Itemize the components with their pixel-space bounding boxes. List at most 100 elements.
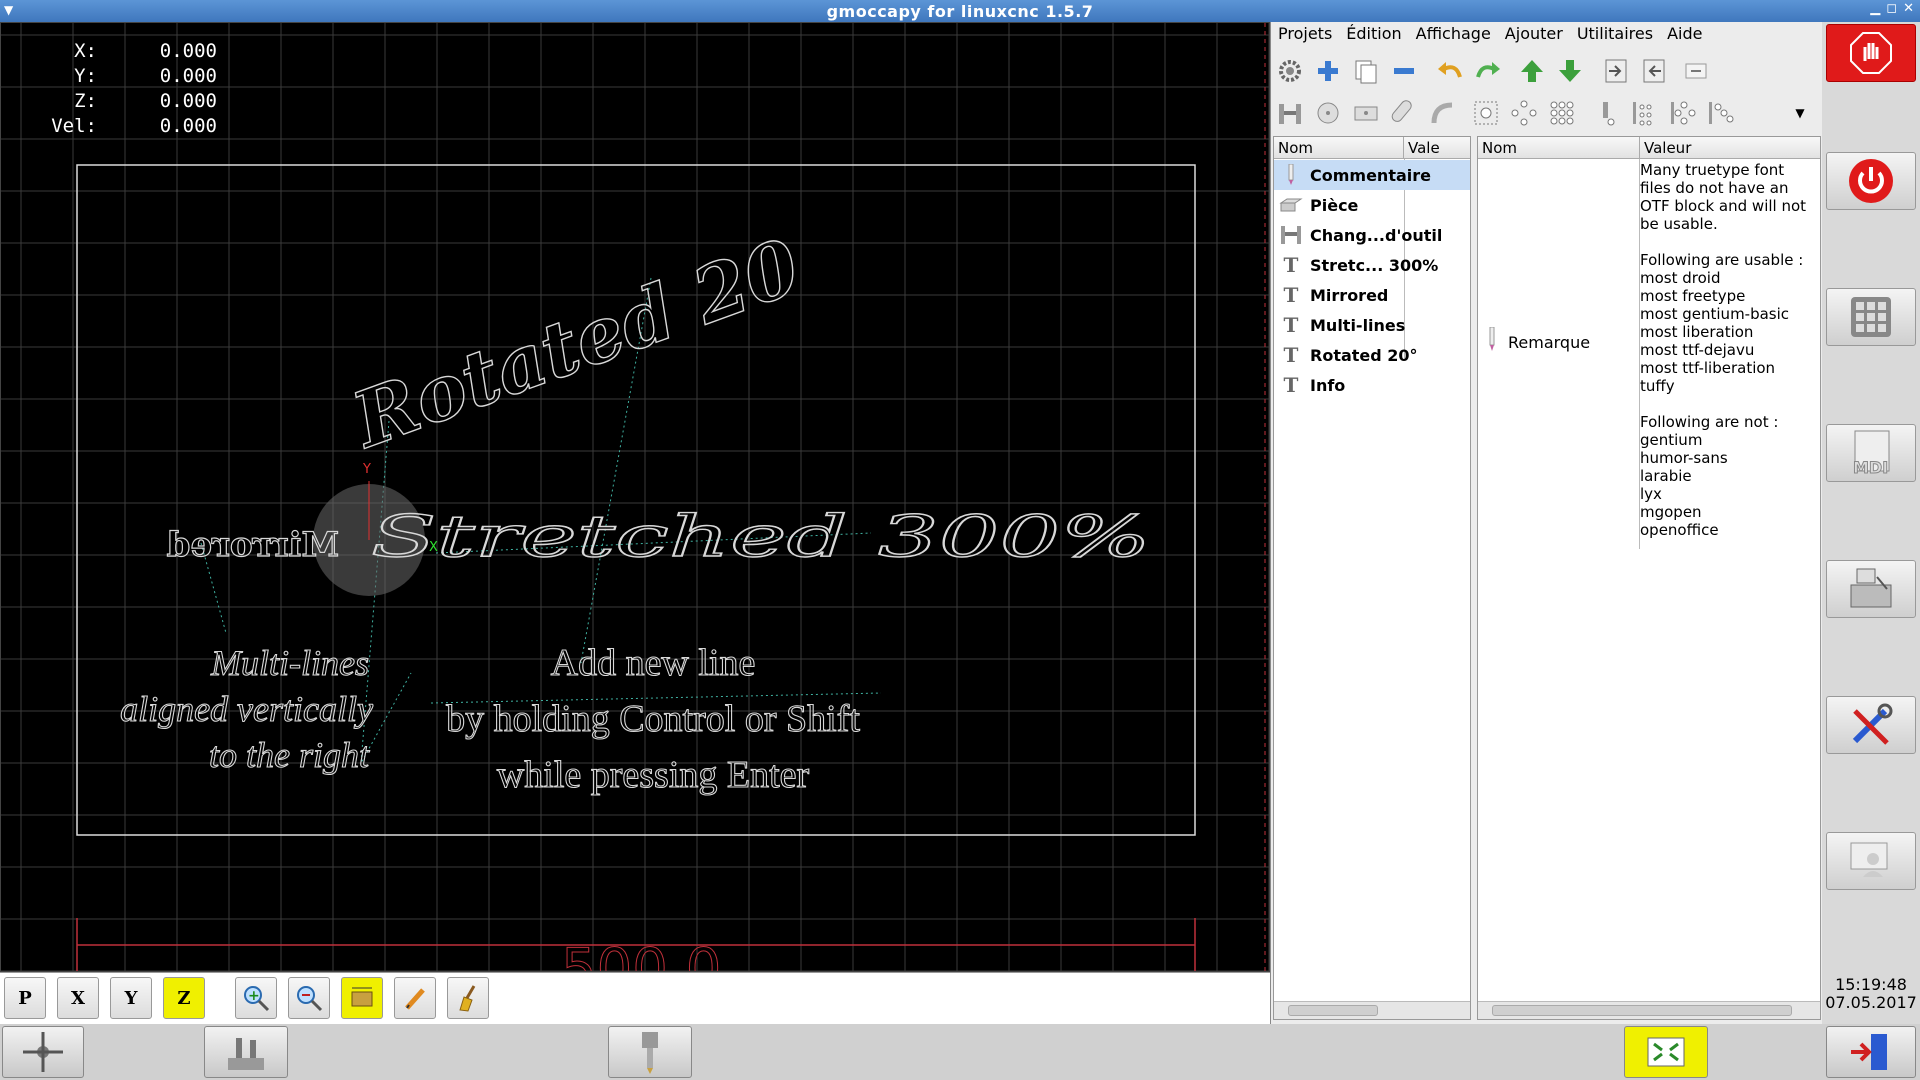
prop-remarque-value[interactable]: Many truetype font files do not have an … (1640, 161, 1818, 539)
svg-text:Y: Y (362, 462, 371, 477)
close-icon[interactable]: ✕ (1903, 1, 1914, 16)
tree-item-multi-lines[interactable]: T Multi-lines (1274, 310, 1406, 340)
tree-item-commentaire[interactable]: Commentaire (1274, 160, 1470, 190)
settings-button[interactable] (1826, 696, 1916, 754)
matrix-pattern-icon[interactable] (1547, 98, 1577, 128)
tool-button[interactable] (608, 1026, 692, 1078)
work-offset-icon (228, 1038, 264, 1070)
menu-edition[interactable]: Édition (1339, 22, 1408, 48)
dro-vel: Vel: 0.000 (51, 115, 217, 137)
props-header-value[interactable]: Valeur (1640, 137, 1820, 159)
redo-icon[interactable] (1473, 56, 1503, 86)
clock-date: 07.05.2017 (1825, 993, 1917, 1012)
menu-projets[interactable]: Projets (1271, 22, 1339, 48)
arc-icon[interactable] (1427, 98, 1457, 128)
menu-ajouter[interactable]: Ajouter (1498, 22, 1570, 48)
zoom-out-button[interactable] (288, 977, 330, 1019)
tree-item-info[interactable]: T Info (1274, 370, 1346, 400)
minimize-icon[interactable]: ▁ (1870, 1, 1880, 16)
home-axes-icon (23, 1032, 63, 1072)
properties-pane[interactable]: Nom Valeur Remarque Many truetype font f… (1477, 136, 1821, 1020)
show-dimensions-button[interactable] (341, 977, 383, 1019)
tree-hscrollbar[interactable] (1274, 1001, 1470, 1019)
clock: 15:19:48 07.05.2017 (1822, 976, 1920, 1012)
estop-button[interactable] (1826, 24, 1916, 82)
zoom-in-button[interactable]: + (235, 977, 277, 1019)
dro-z: Z: 0.000 (74, 90, 217, 112)
view-x-button[interactable]: X (57, 977, 99, 1019)
home-all-button[interactable] (2, 1026, 84, 1078)
menu-bar: Projets Édition Affichage Ajouter Utilit… (1271, 22, 1823, 48)
preview-toolbar: P X Y Z + (0, 972, 1270, 1024)
svg-text:+: + (248, 988, 260, 1004)
mdi-mode-button[interactable]: MDI (1826, 424, 1916, 482)
props-hscrollbar[interactable] (1478, 1001, 1820, 1019)
dro-overlay: X: 0.000 Y: 0.000 Z: 0.000 Vel: 0.000 (37, 39, 217, 139)
tree-item-stretched[interactable]: T Stretc... 300% (1274, 250, 1439, 280)
tool-change-icon[interactable] (1275, 98, 1305, 128)
remove-icon[interactable] (1389, 56, 1419, 86)
menu-affichage[interactable]: Affichage (1409, 22, 1498, 48)
export-icon[interactable] (1639, 56, 1669, 86)
drill-matrix-icon[interactable] (1629, 98, 1659, 128)
toolbar-overflow-icon[interactable]: ▼ (1785, 98, 1815, 128)
preview-canvas[interactable]: 500.0 Y X Rotated 20 Mirrored Stretched … (1, 23, 1270, 972)
collapse-icon[interactable] (1681, 56, 1711, 86)
drill-circle-icon[interactable] (1667, 98, 1697, 128)
view-y-button[interactable]: Y (110, 977, 152, 1019)
add-icon[interactable] (1313, 56, 1343, 86)
duplicate-icon[interactable] (1351, 56, 1381, 86)
drill-line-icon[interactable] (1705, 98, 1735, 128)
single-drill-icon[interactable] (1591, 98, 1621, 128)
tree-item-tool-change[interactable]: Chang...d'outil (1274, 220, 1442, 250)
view-z-button[interactable]: Z (163, 977, 205, 1019)
tree-item-rotated[interactable]: T Rotated 20° (1274, 340, 1418, 370)
fullscreen-preview-button[interactable] (1624, 1026, 1708, 1078)
maximize-icon[interactable]: ◻ (1886, 1, 1897, 16)
manual-mode-button[interactable] (1826, 288, 1916, 346)
right-sidebar: MDI 15:19:48 07.05.2017 (1822, 22, 1920, 1024)
machine-power-button[interactable] (1826, 152, 1916, 210)
rotated-text: Rotated 20 (340, 222, 811, 466)
tree-item-piece[interactable]: Pièce (1274, 190, 1358, 220)
menu-utilitaires[interactable]: Utilitaires (1570, 22, 1660, 48)
stock-icon (1278, 193, 1304, 217)
multiline-left-3: to the right (209, 735, 370, 775)
move-up-icon[interactable] (1517, 56, 1547, 86)
tree-header-name[interactable]: Nom (1274, 137, 1404, 159)
prop-remarque[interactable]: Remarque (1486, 326, 1590, 357)
props-header-name[interactable]: Nom (1478, 137, 1640, 159)
menu-aide[interactable]: Aide (1660, 22, 1709, 48)
tree-header-value[interactable]: Vale (1404, 137, 1470, 159)
auto-mode-button[interactable] (1826, 560, 1916, 618)
gcode-editor-panel: Projets Édition Affichage Ajouter Utilit… (1270, 22, 1822, 1024)
move-down-icon[interactable] (1555, 56, 1585, 86)
user-tabs-button[interactable] (1826, 832, 1916, 890)
circle-icon[interactable] (1313, 98, 1343, 128)
touch-off-button[interactable] (204, 1026, 288, 1078)
zoom-out-icon (297, 986, 323, 1012)
slot-icon[interactable] (1389, 98, 1419, 128)
import-icon[interactable] (1601, 56, 1631, 86)
pencil-icon (405, 988, 425, 1010)
project-tree[interactable]: Nom Vale Commentaire Pièce Chang...d'out… (1273, 136, 1471, 1020)
clear-plot-button[interactable] (447, 977, 489, 1019)
gcode-preview[interactable]: 500.0 Y X Rotated 20 Mirrored Stretched … (0, 22, 1270, 972)
drill-pattern-icon[interactable] (1471, 98, 1501, 128)
multiline-left-2: aligned vertically (120, 689, 373, 729)
tree-item-mirrored[interactable]: T Mirrored (1274, 280, 1389, 310)
estop-hand-icon (1850, 32, 1892, 74)
multiline-center-1: Add new line (551, 642, 756, 684)
view-p-button[interactable]: P (4, 977, 46, 1019)
circular-pattern-icon[interactable] (1509, 98, 1539, 128)
zoom-in-icon: + (244, 986, 270, 1012)
undo-icon[interactable] (1435, 56, 1465, 86)
rectangle-icon[interactable] (1351, 98, 1381, 128)
dimensions-icon (351, 987, 373, 1007)
settings-gear-icon[interactable] (1275, 56, 1305, 86)
truetype-icon: T (1283, 313, 1299, 337)
toggle-tool-path-button[interactable] (394, 977, 436, 1019)
window-title: gmoccapy for linuxcnc 1.5.7 (826, 2, 1094, 21)
exit-button[interactable] (1826, 1026, 1916, 1078)
multiline-center-2: by holding Control or Shift (446, 698, 860, 740)
